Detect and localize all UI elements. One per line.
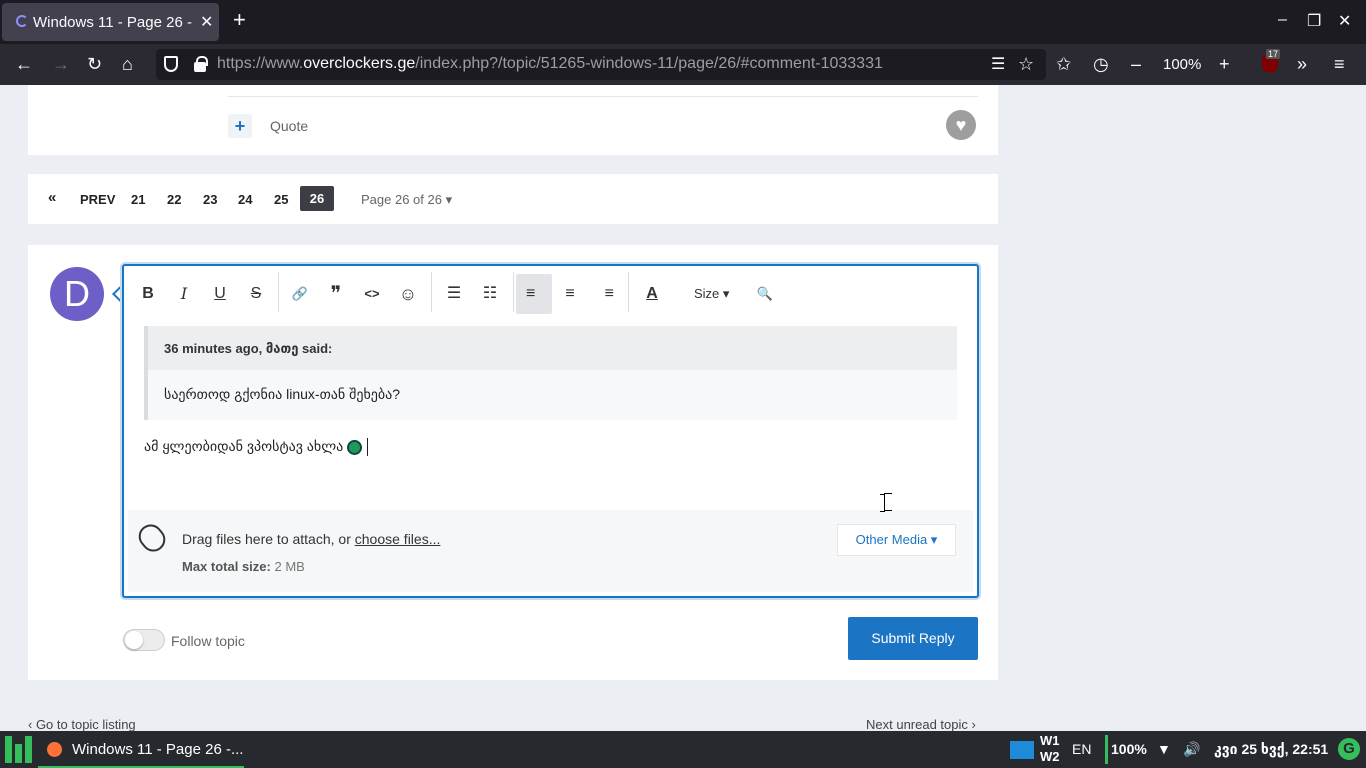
page-link[interactable]: 22: [167, 192, 181, 207]
lock-icon[interactable]: [194, 56, 208, 72]
code-button[interactable]: <>: [354, 274, 390, 314]
align-left-button[interactable]: ≡: [516, 274, 552, 314]
battery-level[interactable]: 100%: [1111, 741, 1147, 757]
overflow-icon[interactable]: »: [1297, 54, 1307, 74]
current-page[interactable]: 26: [300, 186, 334, 211]
toolbar-divider: [278, 272, 279, 312]
choose-files-link[interactable]: choose files...: [355, 531, 441, 547]
text-caret: [367, 438, 369, 457]
workspace-switcher[interactable]: W1 W2: [1040, 733, 1060, 765]
rich-text-editor[interactable]: B I U S 🔗 ❞ <> ☺ ☰ ☷ ≡ ≡ ≡ A Size ▾ 🔍 36…: [122, 264, 979, 598]
firefox-icon: [47, 742, 62, 757]
update-icon[interactable]: G: [1338, 738, 1360, 760]
underline-button[interactable]: U: [202, 274, 238, 314]
taskbar-window-label: Windows 11 - Page 26 -...: [72, 741, 244, 758]
emoji-button[interactable]: ☺: [390, 274, 426, 314]
quote-citation: 36 minutes ago, მათე said:: [148, 326, 957, 370]
quote-block-button[interactable]: ❞: [318, 274, 354, 314]
page-link[interactable]: 21: [131, 192, 145, 207]
back-icon[interactable]: ←: [15, 54, 33, 74]
multiquote-add-button[interactable]: +: [228, 114, 252, 138]
manjaro-menu-icon[interactable]: [5, 736, 32, 763]
preview-button[interactable]: 🔍: [747, 274, 783, 314]
window-close-icon[interactable]: ✕: [1338, 11, 1351, 31]
align-center-button[interactable]: ≡: [552, 274, 588, 314]
tab-title: Windows 11 - Page 26 - ...: [33, 14, 193, 31]
restore-icon[interactable]: ❐: [1307, 11, 1321, 31]
numbered-list-button[interactable]: ☷: [472, 274, 508, 314]
zoom-in-icon[interactable]: +: [1219, 54, 1230, 74]
post-footer: + Quote ♥: [28, 85, 998, 155]
strikethrough-button[interactable]: S: [238, 274, 274, 314]
menu-icon[interactable]: ≡: [1334, 54, 1345, 74]
taskbar: Windows 11 - Page 26 -... W1 W2 EN 100% ▼…: [0, 731, 1366, 768]
wifi-icon[interactable]: ▼: [1157, 741, 1171, 757]
follow-topic-label[interactable]: Follow topic: [171, 633, 245, 649]
history-icon[interactable]: ◷: [1093, 54, 1109, 74]
align-right-button[interactable]: ≡: [588, 274, 624, 314]
max-size-info: Max total size: 2 MB: [182, 559, 305, 574]
quote-button[interactable]: Quote: [270, 118, 308, 134]
follow-topic-toggle[interactable]: [123, 629, 165, 651]
toolbar-divider: [513, 272, 514, 312]
other-media-button[interactable]: Other Media ▾: [837, 524, 956, 556]
bold-button[interactable]: B: [130, 274, 166, 314]
tab-bar: Windows 11 - Page 26 - ... ✕ + – ❐ ✕: [0, 0, 1366, 44]
page-link[interactable]: 25: [274, 192, 288, 207]
quote-content: საერთოდ გქონია linux-თან შეხება?: [164, 386, 401, 402]
collections-icon[interactable]: ✩: [1056, 54, 1071, 74]
prev-page-link[interactable]: PREV: [80, 192, 115, 207]
font-color-button[interactable]: A: [634, 274, 670, 314]
toolbar-divider: [628, 272, 629, 312]
italic-button[interactable]: I: [166, 274, 202, 314]
attachment-area[interactable]: Drag files here to attach, or choose fil…: [128, 510, 973, 592]
reload-icon[interactable]: ↻: [87, 54, 102, 74]
quoted-post: 36 minutes ago, მათე said: საერთოდ გქონი…: [144, 326, 957, 420]
taskbar-firefox-window[interactable]: Windows 11 - Page 26 -...: [38, 731, 244, 768]
next-unread-topic-link[interactable]: Next unread topic ›: [866, 717, 976, 731]
first-page-link[interactable]: «: [48, 189, 56, 206]
bullet-list-button[interactable]: ☰: [436, 274, 472, 314]
emoji-icon: [347, 439, 363, 455]
toolbar-divider: [431, 272, 432, 312]
mouse-cursor: [880, 493, 892, 512]
battery-icon[interactable]: [1105, 735, 1108, 764]
forward-icon[interactable]: →: [52, 54, 70, 74]
page-jump-dropdown[interactable]: Page 26 of 26 ▾: [361, 192, 452, 208]
page-link[interactable]: 24: [238, 192, 252, 207]
size-dropdown[interactable]: Size ▾: [694, 274, 729, 314]
tab-close-icon[interactable]: ✕: [200, 12, 213, 32]
navigation-toolbar: ← → ↻ ⌂ https://www.overclockers.ge/inde…: [0, 44, 1366, 85]
tracking-protection-icon[interactable]: [164, 56, 178, 72]
go-to-topic-listing-link[interactable]: ‹ Go to topic listing: [28, 717, 136, 731]
browser-tab[interactable]: Windows 11 - Page 26 - ... ✕: [2, 3, 219, 41]
new-tab-icon[interactable]: +: [233, 9, 246, 31]
reaction-heart-icon[interactable]: ♥: [946, 110, 976, 140]
pagination: « PREV 21 22 23 24 25 26 Page 26 of 26 ▾: [28, 174, 998, 224]
clock[interactable]: კვი 25 ხვქ, 22:51: [1214, 741, 1328, 758]
page-content: + Quote ♥ « PREV 21 22 23 24 25 26 Page …: [0, 85, 1366, 731]
url-text[interactable]: https://www.overclockers.ge/index.php?/t…: [217, 55, 883, 73]
divider: [228, 96, 978, 97]
paperclip-icon: [133, 519, 171, 557]
url-bar[interactable]: https://www.overclockers.ge/index.php?/t…: [156, 49, 1046, 80]
home-icon[interactable]: ⌂: [122, 54, 133, 74]
minimize-icon[interactable]: –: [1278, 11, 1287, 29]
display-icon[interactable]: [1010, 741, 1034, 759]
attach-instructions: Drag files here to attach, or choose fil…: [182, 531, 441, 547]
volume-icon[interactable]: 🔊: [1183, 741, 1200, 758]
editor-text[interactable]: ამ ყლეობიდან ვპოსტავ ახლა: [144, 438, 369, 457]
keyboard-layout[interactable]: EN: [1072, 741, 1091, 757]
link-button[interactable]: 🔗: [282, 274, 318, 314]
page-link[interactable]: 23: [203, 192, 217, 207]
zoom-level[interactable]: 100%: [1163, 56, 1201, 73]
submit-reply-button[interactable]: Submit Reply: [848, 617, 978, 660]
ublock-badge: 17: [1266, 49, 1281, 59]
zoom-out-icon[interactable]: –: [1131, 54, 1141, 74]
loading-icon: [16, 15, 28, 27]
reader-view-icon[interactable]: ☰: [991, 55, 1005, 75]
avatar: D: [50, 267, 104, 321]
bookmark-star-icon[interactable]: ☆: [1018, 54, 1034, 74]
reply-form: D B I U S 🔗 ❞ <> ☺ ☰ ☷ ≡ ≡ ≡ A Size ▾ 🔍 …: [28, 245, 998, 680]
